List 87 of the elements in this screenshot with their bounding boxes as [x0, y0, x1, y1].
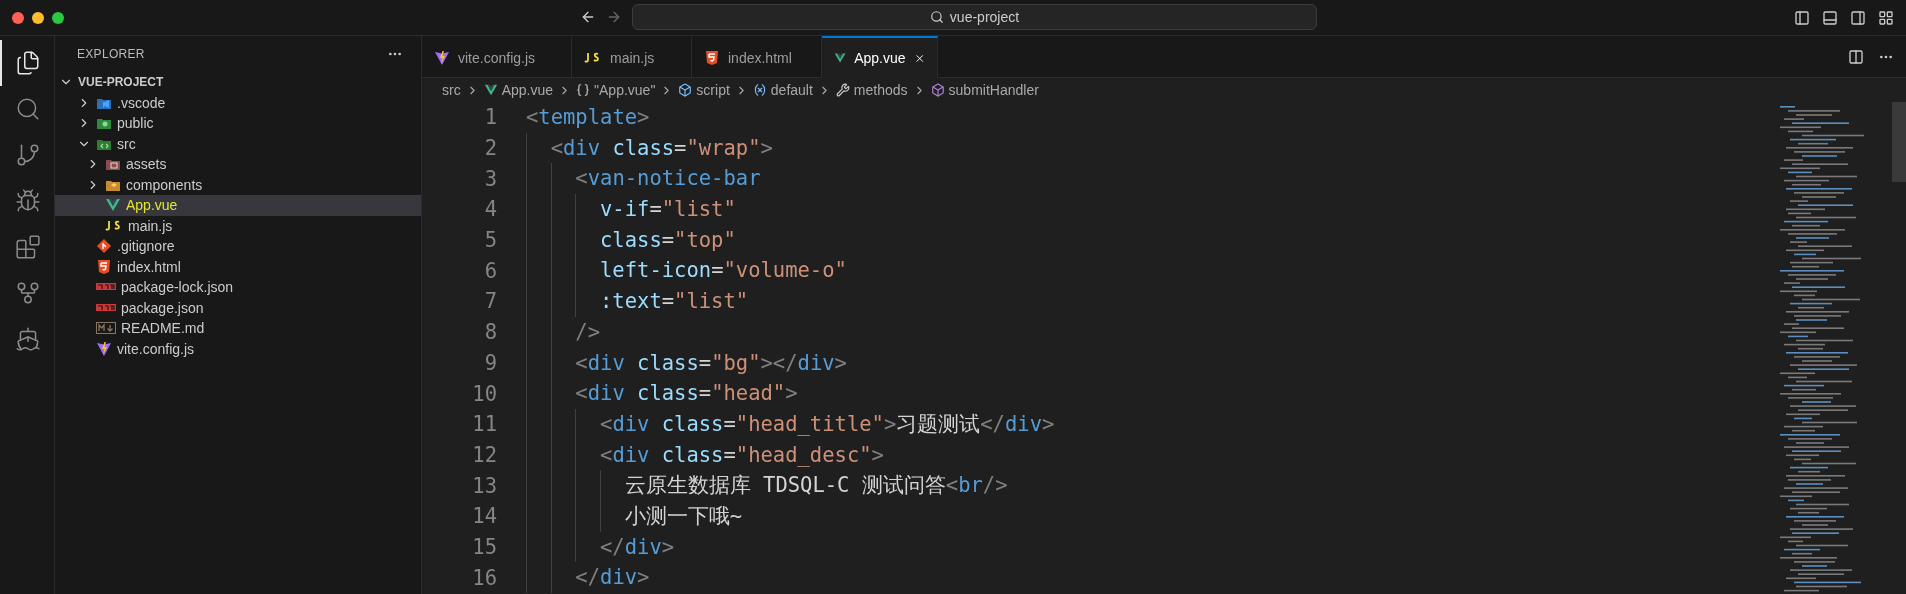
file-item[interactable]: main.js [55, 215, 421, 236]
line-number: 10 [471, 381, 497, 406]
line-number: 1 [483, 105, 497, 130]
minimize-window-button[interactable] [32, 11, 44, 24]
folder-item[interactable]: src [55, 133, 421, 154]
code-line: <div class="head_title">习题测试</div> [526, 408, 1055, 440]
code-line: <van-notice-bar [526, 163, 761, 195]
code-line: <div class="head_desc"> [526, 439, 884, 471]
html5-icon [704, 49, 720, 66]
layout-icon[interactable] [1878, 9, 1894, 26]
code-line: <template> [526, 104, 650, 131]
line-number: 3 [483, 166, 497, 191]
line-number: 14 [471, 504, 497, 529]
line-number: 8 [483, 320, 497, 345]
search-icon [15, 96, 41, 122]
file-item[interactable]: vite.config.js [55, 338, 421, 359]
code-line: </div> [526, 562, 650, 593]
branch-icon [15, 142, 41, 168]
npm-icon [96, 282, 116, 293]
window-title: vue-project [949, 9, 1020, 25]
breadcrumb-item[interactable]: default [752, 82, 813, 98]
close-window-button[interactable] [12, 11, 24, 24]
folder-item[interactable]: .vscode [55, 92, 421, 113]
vite-logo-icon [96, 340, 112, 357]
breadcrumb-item[interactable]: src [442, 82, 461, 98]
file-item[interactable]: .gitignore [55, 236, 421, 257]
code-line: /> [526, 316, 601, 348]
line-number: 6 [483, 258, 497, 283]
panel-bottom-icon[interactable] [1822, 9, 1838, 26]
folder-item[interactable]: assets [55, 154, 421, 175]
code-line: <div class="wrap"> [526, 132, 773, 164]
line-number: 4 [483, 197, 497, 222]
fork-icon [15, 280, 41, 306]
line-number: 16 [471, 565, 497, 590]
code-line: left-icon="volume-o" [526, 255, 847, 287]
npm-icon [96, 302, 116, 313]
line-number: 9 [483, 350, 497, 375]
breadcrumb-item[interactable]: submitHandler [930, 82, 1039, 98]
bug-icon [15, 188, 41, 214]
ship-icon [15, 326, 41, 352]
file-item[interactable]: package-lock.json [55, 277, 421, 298]
search-icon [929, 10, 944, 24]
files-icon [15, 50, 41, 76]
line-number: 15 [471, 534, 497, 559]
editor-tab[interactable]: App.vue [822, 36, 938, 78]
file-item[interactable]: README.md [55, 318, 421, 339]
maximize-window-button[interactable] [52, 11, 64, 24]
line-number: 12 [471, 442, 497, 467]
code-line: 小测一下哦~ [526, 500, 743, 532]
code-line: </div> [526, 531, 675, 563]
code-line: class="top" [526, 224, 736, 256]
line-number: 11 [471, 412, 497, 437]
code-line: <div class="head"> [526, 378, 798, 409]
file-item[interactable]: package.json [55, 297, 421, 318]
cube-icon [930, 83, 945, 97]
vue-logo-icon [483, 83, 498, 97]
cube-icon [678, 83, 693, 97]
markdown-icon [96, 322, 116, 335]
folder-item[interactable]: components [55, 174, 421, 195]
code-line: 云原生数据库 TDSQL-C 测试问答<br/> [526, 470, 1008, 501]
breadcrumb-item[interactable]: App.vue [483, 82, 554, 98]
variable-icon [752, 83, 767, 97]
html5-icon [96, 258, 112, 275]
braces-icon [576, 83, 591, 97]
code-line: <div class="bg"></div> [526, 347, 847, 379]
line-number: 2 [483, 136, 497, 161]
panel-left-icon[interactable] [1794, 9, 1810, 26]
scrollbar-thumb[interactable] [1892, 102, 1906, 182]
split-editor-icon[interactable] [1848, 48, 1864, 65]
breadcrumb-item[interactable]: script [678, 82, 730, 98]
explorer-title: EXPLORER [77, 47, 145, 61]
file-item[interactable]: index.html [55, 256, 421, 277]
command-search-field[interactable]: vue-project [632, 4, 1317, 30]
breadcrumb-item[interactable]: methods [835, 82, 908, 98]
vite-logo-icon [434, 49, 450, 66]
folder-item[interactable]: public [55, 113, 421, 134]
code-line: :text="list" [526, 286, 749, 317]
line-number: 13 [471, 473, 497, 498]
project-header[interactable]: VUE-PROJECT [55, 72, 421, 93]
breadcrumb-item[interactable]: "App.vue" [576, 82, 656, 98]
panel-right-icon[interactable] [1850, 9, 1866, 26]
line-number: 5 [483, 228, 497, 253]
wrench-icon [835, 83, 850, 97]
file-item[interactable]: App.vue [55, 195, 421, 216]
line-number: 7 [483, 289, 497, 314]
blocks-icon [15, 234, 41, 260]
code-line: v-if="list" [526, 194, 736, 225]
